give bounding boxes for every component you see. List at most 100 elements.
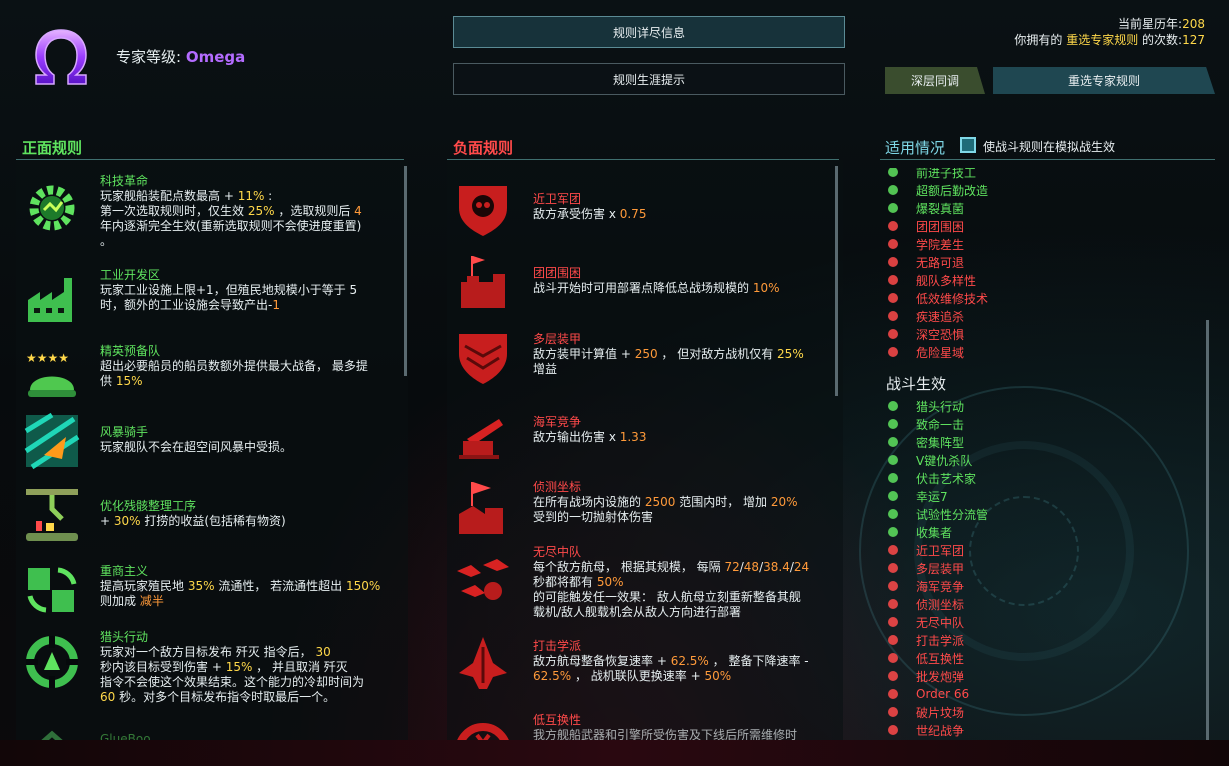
rule-details-button[interactable]: 规则详尽信息 xyxy=(453,16,845,48)
applicable-item[interactable]: 破片坟场 xyxy=(886,703,964,721)
applicable-item[interactable]: 收集者 xyxy=(886,523,952,541)
applicable-item[interactable]: 低效维修技术 xyxy=(886,289,988,307)
scrollbar[interactable] xyxy=(404,166,407,376)
applicable-item[interactable]: 疾速追杀 xyxy=(886,307,964,325)
strike-ship-icon xyxy=(888,635,898,645)
rule-career-tips-button[interactable]: 规则生涯提示 xyxy=(453,63,845,95)
applicable-list[interactable]: 前进子技工 超额后勤改造爆裂真菌团团围困 学院差生 无路可退舰队多样性低效维修技术 疾速… xyxy=(880,168,1215,740)
applicable-item-label: 舰队多样性 xyxy=(916,273,977,288)
rule-desc: 玩家工业设施上限+1，但殖民地规模小于等于 5 时，额外的工业设施会导致产出-1 xyxy=(100,283,358,312)
castle-icon xyxy=(461,256,505,308)
applicable-item[interactable]: 危险星域 xyxy=(886,343,964,361)
rule-name: 低互换性 xyxy=(533,713,582,727)
applicable-item[interactable]: 前进子技工 xyxy=(886,168,976,181)
armor-shield-icon xyxy=(459,334,507,384)
simulation-checkbox-label: 使战斗规则在模拟战生效 xyxy=(983,140,1116,154)
applicable-item[interactable]: 超额后勤改造 xyxy=(886,181,988,199)
helmet-stars-icon: ★★★★ xyxy=(26,351,76,397)
negative-rules-list[interactable]: 近卫军团 敌方承受伤害 x 0.75 团团围困 战斗开始时可用部署点降低总战场规… xyxy=(447,160,843,740)
fear-icon xyxy=(888,329,898,339)
gauge-icon xyxy=(457,723,509,740)
year-info: 当前星历年:208 你拥有的 重选专家规则 的次数:127 xyxy=(1014,16,1205,48)
applicable-item[interactable]: 低互换性 xyxy=(886,649,964,667)
rule-desc: 玩家对一个敌方目标发布 歼灭 指令后， 30 秒内该目标受到伤害 + 15% ，… xyxy=(100,645,365,704)
gear-icon xyxy=(29,185,75,231)
applicable-item-label: 团团围困 xyxy=(916,219,965,234)
scrollbar[interactable] xyxy=(1206,320,1209,740)
applicable-item[interactable]: V键仇杀队 xyxy=(886,451,972,469)
applicable-item[interactable]: 多层装甲 xyxy=(886,559,964,577)
applicable-item[interactable]: 团团围困 xyxy=(886,217,964,235)
rule-desc: 玩家舰船装配点数最高 + 11% : 第一次选取规则时，仅生效 25% ，选取规… xyxy=(100,189,362,248)
applicable-item[interactable]: 近卫军团 xyxy=(886,541,964,559)
crosshair-icon xyxy=(26,636,78,688)
rule-name: 重商主义 xyxy=(100,564,149,578)
fighters-icon xyxy=(457,559,509,600)
simulation-checkbox[interactable] xyxy=(960,137,976,153)
rule-desc: 每个敌方航母， 根据其规模， 每隔 72/48/38.4/24 秒都将都有 50… xyxy=(533,560,810,619)
applicable-item[interactable]: 侦测坐标 xyxy=(886,595,964,613)
applicable-item[interactable]: 无路可退 xyxy=(886,253,964,271)
supply-icon xyxy=(888,185,898,195)
rule-name: GlueBoo xyxy=(100,732,151,740)
applicable-item[interactable]: 学院差生 xyxy=(886,235,964,253)
formation-icon xyxy=(888,437,898,447)
rule-desc: 玩家舰队不会在超空间风暴中受损。 xyxy=(100,440,293,454)
castle-icon xyxy=(888,221,898,231)
reselect-count-line: 你拥有的 重选专家规则 的次数:127 xyxy=(1014,33,1205,47)
chase-icon xyxy=(888,311,898,321)
applicable-item-label: 爆裂真菌 xyxy=(916,201,965,216)
applicable-item-label: 深空恐惧 xyxy=(916,327,965,342)
applicable-item-label: 前进子技工 xyxy=(916,168,977,180)
divider xyxy=(880,159,1215,160)
applicable-item[interactable]: 幸运7 xyxy=(886,487,948,505)
storm-ship-icon xyxy=(24,412,80,470)
armor-shield-icon xyxy=(888,563,898,573)
applicable-item[interactable]: 海军竞争 xyxy=(886,577,964,595)
applicable-item[interactable]: 深空恐惧 xyxy=(886,325,964,343)
applicable-item[interactable]: 批发炮弹 xyxy=(886,667,964,685)
applicable-item-label: 低效维修技术 xyxy=(916,291,989,306)
rule-desc: + 30% 打捞的收益(包括稀有物资) xyxy=(100,514,286,528)
applicable-item-label: 近卫军团 xyxy=(916,543,965,558)
shells-icon xyxy=(888,671,898,681)
reselect-expert-rules-button[interactable]: 重选专家规则 xyxy=(993,67,1215,94)
applicable-item-label: 试验性分流管 xyxy=(916,507,989,522)
ambush-icon xyxy=(888,473,898,483)
expert-level-prefix: 专家等级: xyxy=(116,48,182,66)
applicable-item[interactable]: 伏击艺术家 xyxy=(886,469,976,487)
rule-name: 科技革命 xyxy=(100,174,149,188)
rule-desc: 敌方输出伤害 x 1.33 xyxy=(533,430,647,444)
negative-rules-title: 负面规则 xyxy=(453,139,514,157)
danger-icon xyxy=(888,347,898,357)
strike-ship-icon xyxy=(459,637,507,689)
applicable-item[interactable]: Order 66 xyxy=(886,685,969,703)
applicable-item[interactable]: 爆裂真菌 xyxy=(886,199,964,217)
applicable-item[interactable]: 世纪战争 xyxy=(886,721,964,739)
tab-deep-sync[interactable]: 深层同调 xyxy=(885,67,985,94)
applicable-item[interactable]: 致命一击 xyxy=(886,415,964,433)
applicable-item[interactable]: 猎头行动 xyxy=(886,397,964,415)
applicable-item[interactable]: 无尽中队 xyxy=(886,613,964,631)
flag-base-icon xyxy=(459,482,503,534)
factory-icon xyxy=(28,278,72,322)
scrollbar[interactable] xyxy=(835,166,838,396)
no-retreat-icon xyxy=(888,257,898,267)
applicable-item[interactable]: 密集阵型 xyxy=(886,433,964,451)
rule-desc: 敌方航母整备恢复速率 + 62.5% ， 整备下降速率 - 62.5% ， 战机… xyxy=(533,654,809,683)
applicable-item[interactable]: 试验性分流管 xyxy=(886,505,988,523)
positive-rules-list[interactable]: 科技革命 玩家舰船装配点数最高 + 11% : 第一次选取规则时，仅生效 25%… xyxy=(16,160,408,740)
applicable-item[interactable]: 舰队多样性 xyxy=(886,271,976,289)
skull-shield-icon xyxy=(888,545,898,555)
applicable-item[interactable]: 打击学派 xyxy=(886,631,964,649)
rule-desc: 超出必要船员的船员数额外提供最大战备， 最多提 供 15% xyxy=(100,359,368,388)
lucky-icon xyxy=(888,491,898,501)
rule-desc: 战斗开始时可用部署点降低总战场规模的 10% xyxy=(533,281,780,295)
rule-desc: 敌方装甲计算值 + 250 ， 但对敌方战机仅有 25% 增益 xyxy=(533,347,804,376)
rule-name: 团团围困 xyxy=(533,266,582,280)
trade-icon xyxy=(27,567,77,613)
rule-desc: 我方舰船武器和引擎所受伤害及下线后所需维修时 xyxy=(533,728,798,740)
expert-level-value: Omega xyxy=(185,48,246,66)
combat-effect-title: 战斗生效 xyxy=(886,375,947,393)
rule-name: 工业开发区 xyxy=(100,268,161,282)
